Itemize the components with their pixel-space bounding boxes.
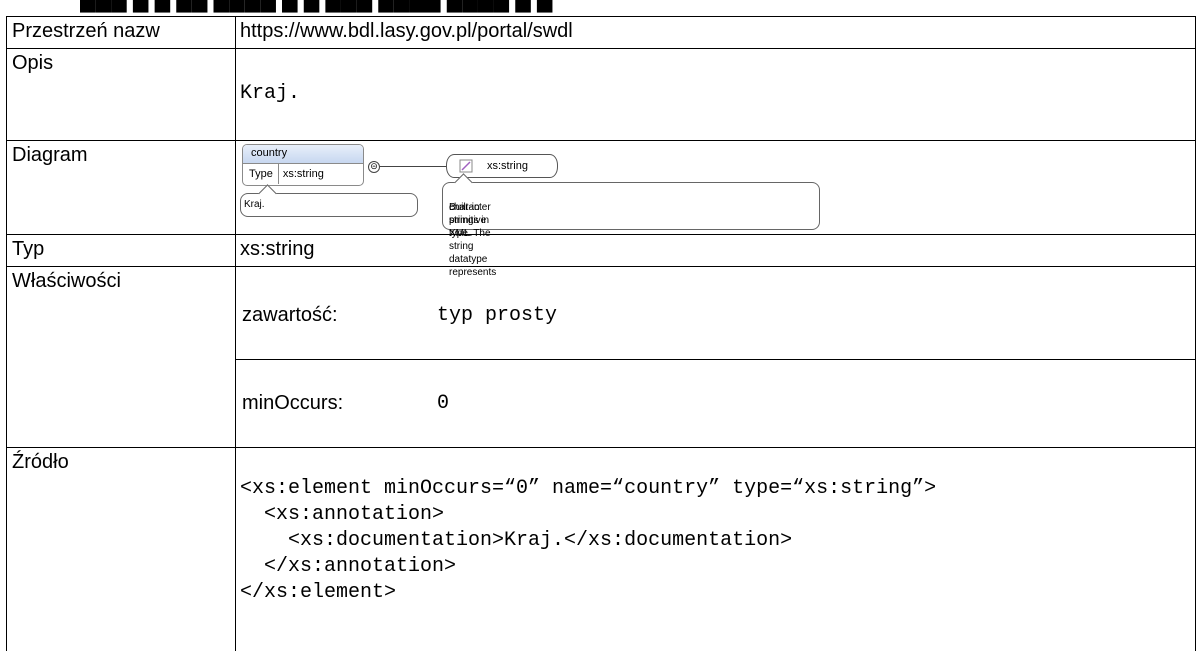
property-key: minOccurs: [236, 360, 437, 448]
element-type-value: xs:string [279, 168, 324, 180]
description-row: Opis Kraj. [7, 49, 1196, 141]
element-name: country [243, 145, 363, 164]
properties-table: zawartość: typ prosty minOccurs: 0 [236, 272, 1195, 447]
property-row: zawartość: typ prosty [236, 272, 1195, 360]
description-value: Kraj. [240, 82, 1195, 105]
type-box-label: xs:string [487, 160, 528, 172]
type-value: xs:string [236, 235, 1196, 267]
element-doc-callout: Kraj. [240, 193, 418, 217]
source-label: Źródło [7, 448, 236, 651]
schema-diagram: country Type xs:string ⊝ xs:string [236, 141, 936, 231]
simple-type-icon [459, 159, 473, 173]
description-label: Opis [7, 49, 236, 141]
namespace-label: Przestrzeń nazw [7, 17, 236, 49]
source-code: <xs:element minOccurs=“0” name=“country”… [240, 476, 1195, 606]
property-value: 0 [437, 360, 1195, 448]
source-row: Źródło <xs:element minOccurs=“0” name=“c… [7, 448, 1196, 651]
diagram-label: Diagram [7, 141, 236, 235]
diagram-row: Diagram country Type xs:string ⊝ [7, 141, 1196, 235]
properties-label: Właściwości [7, 267, 236, 448]
namespace-value: https://www.bdl.lasy.gov.pl/portal/swdl [236, 17, 1196, 49]
property-key: zawartość: [236, 272, 437, 360]
element-box[interactable]: country Type xs:string [242, 144, 364, 186]
cropped-heading: ▄▄▄ ▄ ▄ ▄▄ ▄▄▄▄ ▄ ▄ ▄▄▄ ▄▄▄▄ ▄▄▄▄ ▄ ▄ [0, 0, 1198, 17]
cropped-heading-text: ▄▄▄ ▄ ▄ ▄▄ ▄▄▄▄ ▄ ▄ ▄▄▄ ▄▄▄▄ ▄▄▄▄ ▄ ▄ [80, 0, 553, 12]
type-doc-callout: Built-in primitive type. The string data… [442, 182, 820, 230]
element-doc-text: Kraj. [244, 199, 265, 210]
collapse-icon[interactable]: ⊝ [368, 161, 380, 173]
type-row: Typ xs:string [7, 235, 1196, 267]
type-label: Typ [7, 235, 236, 267]
element-type-label: Type [243, 164, 279, 184]
connector-line [380, 166, 446, 167]
property-value: typ prosty [437, 272, 1195, 360]
property-row: minOccurs: 0 [236, 360, 1195, 448]
element-doc-table: Przestrzeń nazw https://www.bdl.lasy.gov… [6, 16, 1196, 651]
namespace-row: Przestrzeń nazw https://www.bdl.lasy.gov… [7, 17, 1196, 49]
type-doc-line2: character strings in XML. [449, 201, 491, 240]
properties-row: Właściwości zawartość: typ prosty minOcc… [7, 267, 1196, 448]
